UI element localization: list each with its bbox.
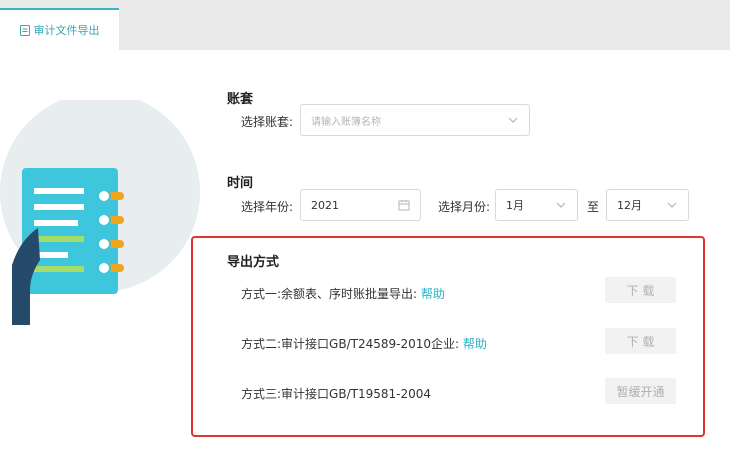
chevron-down-icon bbox=[508, 117, 518, 123]
method-1-help-link[interactable]: 帮助 bbox=[421, 287, 445, 301]
method-2-help-link[interactable]: 帮助 bbox=[463, 337, 487, 351]
tab-bar: 审计文件导出 bbox=[0, 0, 730, 50]
export-method-2: 方式二:审计接口GB/T24589-2010企业: 帮助 bbox=[241, 335, 487, 352]
month-from-value: 1月 bbox=[506, 199, 524, 212]
method-3-label: 方式三:审计接口GB/T19581-2004 bbox=[241, 387, 431, 401]
chevron-down-icon bbox=[667, 202, 677, 208]
document-icon bbox=[19, 24, 30, 36]
account-section-title: 账套 bbox=[227, 92, 254, 107]
method-1-label: 方式一:余额表、序时账批量导出: bbox=[241, 287, 418, 301]
month-from-select[interactable]: 1月 bbox=[495, 189, 578, 221]
to-label: 至 bbox=[587, 200, 600, 214]
export-method-1: 方式一:余额表、序时账批量导出: 帮助 bbox=[241, 285, 445, 302]
account-select-label: 选择账套: bbox=[241, 115, 294, 129]
year-picker[interactable]: 2021 bbox=[300, 189, 421, 221]
method-1-download-button[interactable]: 下 载 bbox=[605, 277, 676, 303]
time-section-title: 时间 bbox=[227, 176, 254, 191]
method-2-download-button[interactable]: 下 载 bbox=[605, 328, 676, 354]
year-label: 选择年份: bbox=[241, 200, 294, 214]
export-method-3: 方式三:审计接口GB/T19581-2004 bbox=[241, 385, 431, 402]
calendar-icon bbox=[398, 200, 410, 211]
tab-audit-export[interactable]: 审计文件导出 bbox=[0, 8, 119, 50]
method-2-label: 方式二:审计接口GB/T24589-2010企业: bbox=[241, 337, 460, 351]
chevron-down-icon bbox=[556, 202, 566, 208]
tab-label: 审计文件导出 bbox=[33, 24, 100, 37]
month-to-value: 12月 bbox=[617, 199, 642, 212]
notebook-illustration bbox=[0, 92, 220, 390]
month-to-select[interactable]: 12月 bbox=[606, 189, 689, 221]
account-placeholder: 请输入账簿名称 bbox=[311, 116, 381, 128]
method-3-unavailable-button[interactable]: 暂缓开通 bbox=[605, 378, 676, 404]
account-select[interactable]: 请输入账簿名称 bbox=[300, 104, 530, 136]
export-section-title: 导出方式 bbox=[227, 255, 280, 270]
month-label: 选择月份: bbox=[438, 200, 491, 214]
year-value: 2021 bbox=[311, 198, 339, 212]
